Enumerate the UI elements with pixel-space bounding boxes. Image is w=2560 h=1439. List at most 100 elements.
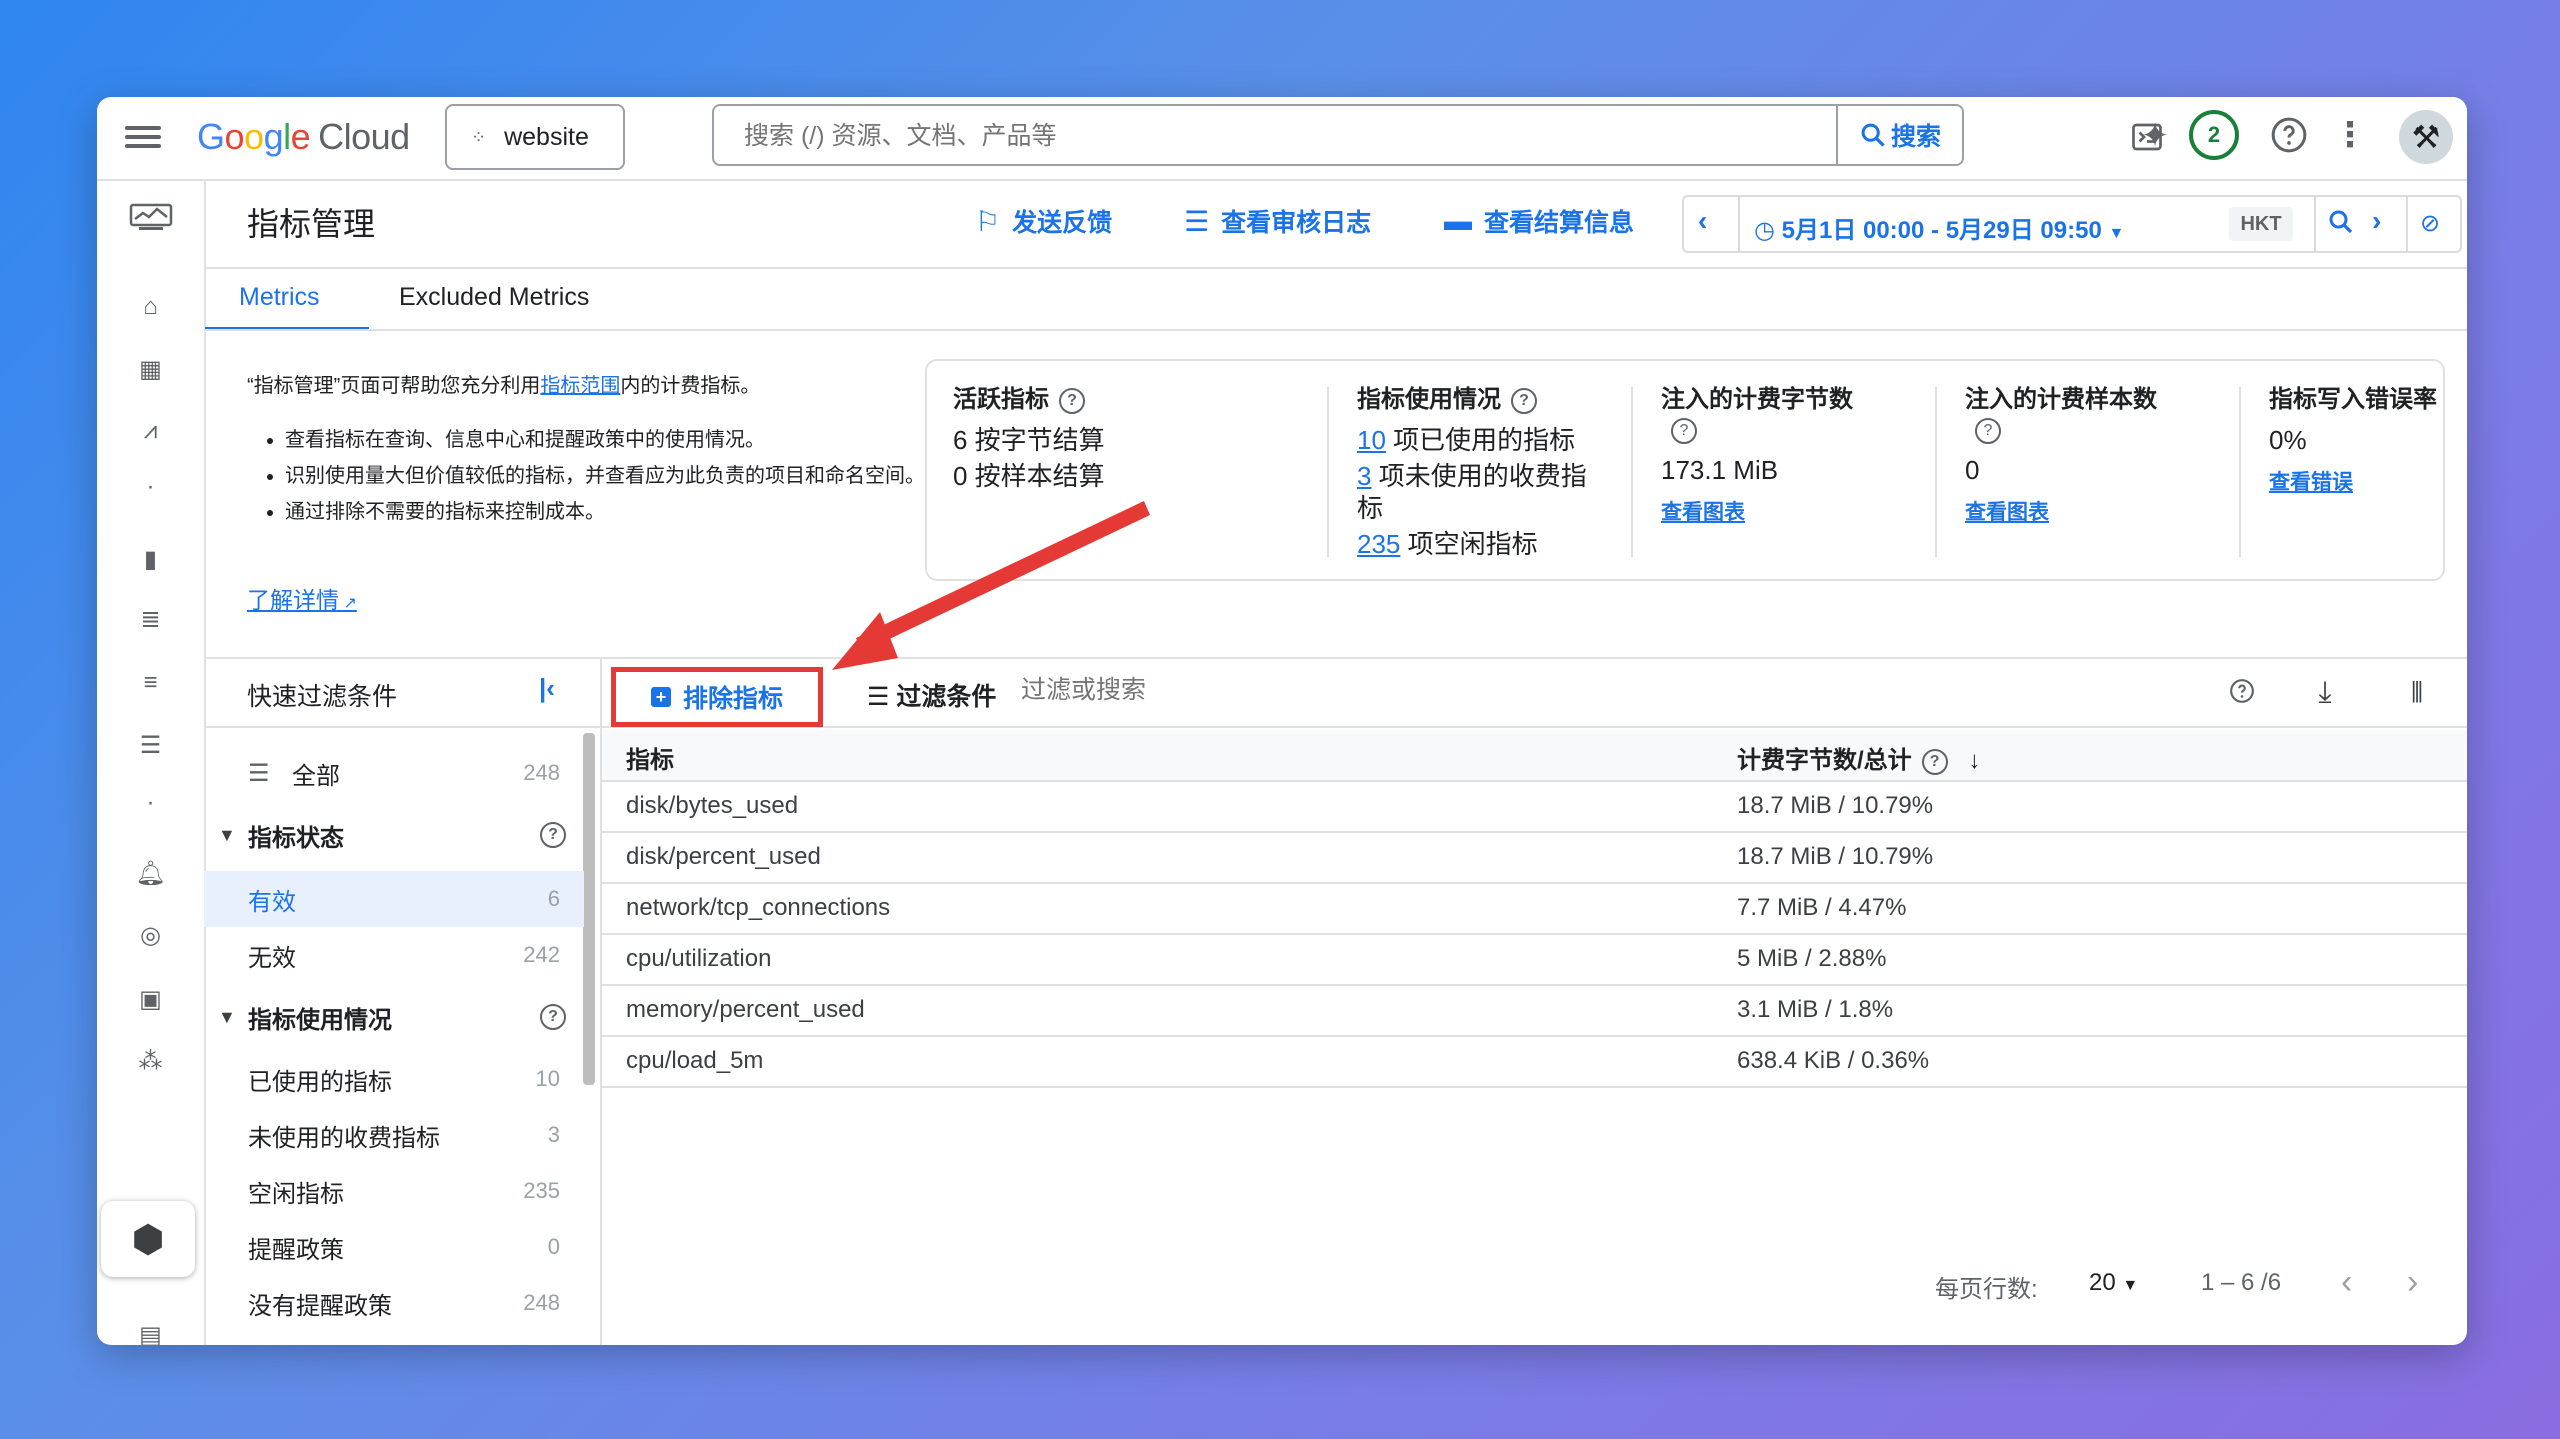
previous-page-icon[interactable]: ‹ bbox=[2341, 1263, 2352, 1302]
notifications-badge[interactable]: 2 bbox=[2189, 110, 2239, 160]
avatar[interactable]: ⚒ bbox=[2399, 110, 2453, 164]
project-picker[interactable]: ⁘ website bbox=[445, 104, 625, 170]
help-icon[interactable] bbox=[2229, 678, 2255, 709]
billing-button[interactable]: ▬ 查看结算信息 bbox=[1444, 203, 1634, 239]
help-icon[interactable] bbox=[2269, 115, 2309, 160]
list-item: 通过排除不需要的指标来控制成本。 bbox=[285, 499, 1005, 525]
search-input[interactable] bbox=[714, 106, 1796, 166]
dashboard-icon[interactable]: ▦ bbox=[97, 355, 204, 384]
help-icon[interactable]: ? bbox=[1511, 387, 1537, 414]
view-chart-link[interactable]: 查看图表 bbox=[1661, 496, 1853, 526]
filter-status-inactive[interactable]: 无效 242 bbox=[204, 929, 584, 981]
tab-excluded-metrics[interactable]: Excluded Metrics bbox=[399, 283, 589, 312]
filter-no-alert-policies[interactable]: 没有提醒政策 248 bbox=[204, 1277, 584, 1329]
metrics-scope-link[interactable]: 指标范围 bbox=[540, 375, 620, 397]
groups-icon[interactable]: ⁂ bbox=[97, 1047, 204, 1076]
chevron-down-icon: ▼ bbox=[2108, 225, 2125, 242]
reports-icon[interactable]: ▤ bbox=[97, 1321, 204, 1345]
rows-per-page-select[interactable]: 20 ▼ bbox=[2089, 1269, 2138, 1297]
usage-group-header[interactable]: ▼ 指标使用情况 ? bbox=[204, 991, 584, 1043]
next-page-icon[interactable]: › bbox=[2407, 1263, 2418, 1302]
table-row[interactable]: cpu/load_5m 638.4 KiB / 0.36% ⋮ bbox=[602, 1037, 2467, 1088]
status-group-header[interactable]: ▼ 指标状态 ? bbox=[204, 809, 584, 861]
rows-per-page-label: 每页行数: bbox=[1935, 1276, 2038, 1303]
write-error-rate-stat: 指标写入错误率 0% 查看错误 bbox=[2269, 386, 2437, 496]
help-icon[interactable]: ? bbox=[1975, 418, 2001, 444]
credit-card-icon: ▬ bbox=[1444, 205, 1472, 236]
used-metrics-link[interactable]: 10 bbox=[1357, 425, 1386, 455]
zoom-search-icon[interactable] bbox=[2326, 205, 2356, 244]
idle-metrics-link[interactable]: 235 bbox=[1357, 529, 1400, 559]
column-display-icon[interactable]: ⦀ bbox=[2399, 673, 2435, 713]
send-feedback-button[interactable]: ⚐ 发送反馈 bbox=[975, 203, 1112, 239]
previous-range-icon[interactable]: ‹ bbox=[1698, 205, 1707, 237]
metrics-explorer-icon[interactable]: ⩘ bbox=[97, 417, 204, 445]
filter-used-metrics[interactable]: 已使用的指标 10 bbox=[204, 1053, 584, 1105]
metrics-management-icon[interactable]: ⬢ bbox=[101, 1201, 195, 1277]
view-errors-link[interactable]: 查看错误 bbox=[2269, 466, 2437, 496]
page-title: 指标管理 bbox=[247, 206, 376, 242]
download-icon[interactable]: ⤓ bbox=[2307, 673, 2343, 713]
table-row[interactable]: memory/percent_used 3.1 MiB / 1.8% ⋮ bbox=[602, 986, 2467, 1037]
help-icon[interactable]: ? bbox=[540, 822, 566, 848]
filter-unused-billable[interactable]: 未使用的收费指标 3 bbox=[204, 1109, 584, 1161]
collapse-panel-icon[interactable]: |‹ bbox=[539, 673, 555, 704]
unused-billable-link[interactable]: 3 bbox=[1357, 461, 1371, 491]
filter-alert-policies[interactable]: 提醒政策 0 bbox=[204, 1221, 584, 1273]
help-icon[interactable]: ? bbox=[1671, 418, 1697, 444]
timezone-chip[interactable]: HKT bbox=[2229, 207, 2293, 241]
hamburger-menu-icon[interactable] bbox=[125, 121, 161, 155]
intro-bullets: 查看指标在查询、信息中心和提醒政策中的使用情况。 识别使用量大但价值较低的指标，… bbox=[257, 427, 1005, 535]
exclude-metrics-button[interactable]: + 排除指标 bbox=[611, 667, 823, 727]
filter-all[interactable]: ☰ 全部 248 bbox=[204, 747, 584, 799]
next-range-icon[interactable]: › bbox=[2372, 205, 2381, 237]
filter-input[interactable] bbox=[1019, 667, 1323, 713]
clock-icon: ◷ bbox=[1754, 217, 1775, 244]
time-range-picker: ‹ ◷ 5月1日 00:00 - 5月29日 09:50 ▼ HKT › ⊘ bbox=[1682, 195, 2462, 253]
uptime-icon[interactable]: ◎ bbox=[97, 921, 204, 950]
table-row[interactable]: disk/percent_used 18.7 MiB / 10.79% ⋮ bbox=[602, 833, 2467, 884]
search-bar: 搜索 bbox=[712, 104, 1964, 166]
monitoring-product-icon[interactable] bbox=[97, 201, 204, 240]
dot-icon: · bbox=[146, 789, 155, 816]
synthetic-monitor-icon[interactable]: ▣ bbox=[97, 985, 204, 1014]
project-name: website bbox=[504, 122, 589, 151]
home-icon[interactable]: ⌂ bbox=[97, 293, 204, 321]
filter-idle-metrics[interactable]: 空闲指标 235 bbox=[204, 1165, 584, 1217]
bar-chart-icon[interactable]: ▮ bbox=[97, 545, 204, 574]
view-chart-link[interactable]: 查看图表 bbox=[1965, 496, 2157, 526]
tab-metrics[interactable]: Metrics bbox=[239, 283, 320, 312]
dot-icon: · bbox=[146, 473, 155, 500]
list-icon: ☰ bbox=[248, 759, 270, 787]
search-button[interactable]: 搜索 bbox=[1836, 106, 1962, 164]
project-icon: ⁘ bbox=[471, 126, 487, 147]
sort-arrow-down-icon: ↓ bbox=[1968, 747, 1981, 774]
filter-status-active[interactable]: 有效 6 bbox=[204, 871, 584, 927]
list-icon[interactable]: ≣ bbox=[97, 605, 204, 634]
help-icon[interactable]: ? bbox=[1921, 748, 1948, 775]
scrollbar[interactable] bbox=[583, 733, 595, 1085]
table-row[interactable]: disk/bytes_used 18.7 MiB / 10.79% ⋮ bbox=[602, 782, 2467, 833]
cloud-shell-icon[interactable] bbox=[2129, 119, 2165, 160]
column-header-metric[interactable]: 指标 bbox=[626, 740, 674, 775]
auto-refresh-off-icon[interactable]: ⊘ bbox=[2420, 209, 2440, 238]
date-range-selector[interactable]: ◷ 5月1日 00:00 - 5月29日 09:50 ▼ bbox=[1754, 210, 2124, 245]
help-icon[interactable]: ? bbox=[540, 1004, 566, 1030]
table-row[interactable]: network/tcp_connections 7.7 MiB / 4.47% … bbox=[602, 884, 2467, 935]
table-row[interactable]: cpu/utilization 5 MiB / 2.88% ⋮ bbox=[602, 935, 2467, 986]
filter-icon: ☰ bbox=[867, 683, 890, 711]
more-options-icon[interactable]: ⋮ bbox=[2333, 115, 2367, 155]
bell-icon[interactable]: 🔔︎ bbox=[97, 859, 204, 888]
help-icon[interactable]: ? bbox=[1059, 387, 1085, 414]
google-cloud-logo[interactable]: Google Cloud bbox=[197, 115, 410, 159]
intro-text: “指标管理”页面可帮助您充分利用指标范围内的计费指标。 bbox=[247, 375, 761, 397]
billable-bytes-stat: 注入的计费字节数 ? 173.1 MiB 查看图表 bbox=[1661, 386, 1853, 526]
search-list-icon[interactable]: ≡ bbox=[97, 669, 204, 697]
billable-samples-stat: 注入的计费样本数 ? 0 查看图表 bbox=[1965, 386, 2157, 526]
audit-log-button[interactable]: ☰ 查看审核日志 bbox=[1184, 203, 1371, 239]
menu-lines-icon[interactable]: ☰ bbox=[97, 731, 204, 760]
column-header-billable-bytes[interactable]: 计费字节数/总计? ↓ bbox=[1737, 740, 1980, 775]
top-bar: GoogleCloud ⁘ website 搜索 ✦ 2 ⋮ ⚒ bbox=[97, 97, 2467, 181]
learn-more-link[interactable]: 了解详情 ↗ bbox=[247, 581, 357, 615]
filter-label: ☰ 过滤条件 bbox=[867, 683, 997, 711]
